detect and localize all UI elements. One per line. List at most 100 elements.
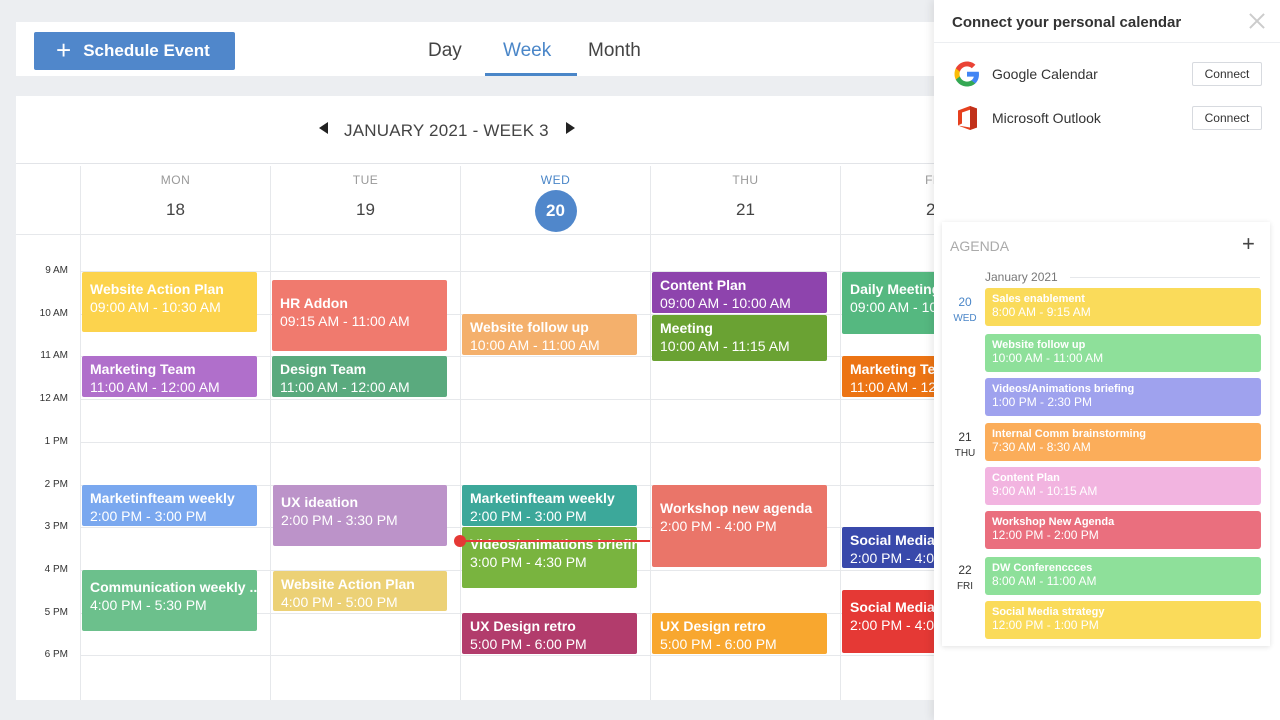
calendar-event[interactable]: Website follow up 10:00 AM - 11:00 AM [462, 314, 637, 355]
event-time: 09:00 AM - 10:30 AM [90, 299, 221, 315]
event-title: Workshop new agenda [660, 500, 813, 516]
day-header-wed[interactable]: WED 20 [460, 166, 650, 234]
agenda-item[interactable]: Internal Comm brainstorming 7:30 AM - 8:3… [985, 423, 1261, 461]
calendar-event[interactable]: HR Addon 09:15 AM - 11:00 AM [272, 280, 447, 351]
agenda-item[interactable]: Website follow up 10:00 AM - 11:00 AM [985, 334, 1261, 372]
calendar-event[interactable]: UX Design retro 5:00 PM - 6:00 PM [652, 613, 827, 654]
event-time: 3:00 PM - 4:30 PM [470, 554, 587, 570]
agenda-item-title: Website follow up [992, 339, 1086, 351]
agenda-item[interactable]: Sales enablement 8:00 AM - 9:15 AM [985, 288, 1261, 326]
grid-divider [840, 166, 841, 700]
calendar-event[interactable]: Marketing Team 11:00 AM - 12:00 AM [82, 356, 257, 397]
top-toolbar: + Schedule Event Day Week Month [16, 22, 956, 76]
hour-line [80, 442, 956, 443]
agenda-date-number: 20 [958, 295, 972, 309]
day-of-week: MON [160, 173, 191, 187]
calendar-event[interactable]: Marketinfteam weekly 2:00 PM - 3:00 PM [462, 485, 637, 526]
event-title: UX Design retro [660, 618, 766, 634]
time-label: 2 PM [44, 479, 68, 490]
today-badge: 20 [534, 190, 577, 232]
calendar-event[interactable]: Workshop new agenda 2:00 PM - 4:00 PM [652, 485, 827, 567]
event-time: 4:00 PM - 5:00 PM [281, 594, 398, 610]
agenda-item-title: Sales enablement [992, 293, 1085, 305]
grid-divider [270, 166, 271, 700]
calendar-event[interactable]: Communication weekly ... 4:00 PM - 5:30 P… [82, 570, 257, 631]
agenda-item[interactable]: Workshop New Agenda 12:00 PM - 2:00 PM [985, 511, 1261, 549]
agenda-item[interactable]: Social Media strategy 12:00 PM - 1:00 PM [985, 601, 1261, 639]
time-label: 5 PM [44, 607, 68, 618]
office-icon [958, 106, 977, 130]
close-icon[interactable] [1246, 10, 1268, 32]
agenda-item-title: Social Media strategy [992, 606, 1105, 618]
day-header-mon[interactable]: MON 18 [80, 166, 270, 234]
agenda-item-time: 10:00 AM - 11:00 AM [992, 351, 1104, 365]
agenda-item-time: 1:00 PM - 2:30 PM [992, 395, 1093, 409]
calendar-event[interactable]: UX ideation 2:00 PM - 3:30 PM [273, 485, 447, 546]
agenda-item-title: Internal Comm brainstorming [992, 428, 1147, 440]
time-label: 4 PM [44, 564, 68, 575]
agenda-item-title: Workshop New Agenda [992, 516, 1115, 528]
agenda-date-weekday: FRI [956, 581, 974, 592]
event-title: UX Design retro [470, 618, 576, 634]
day-of-week: TUE [352, 173, 379, 187]
week-navigation: JANUARY 2021 - WEEK 3 [16, 96, 956, 164]
tab-week[interactable]: Week [503, 40, 551, 62]
event-time: 09:00 AM - 10:00 AM [660, 295, 791, 311]
event-title: Website Action Plan [90, 281, 224, 297]
grid-divider [650, 166, 651, 700]
event-time: 2:00 PM - 3:00 PM [470, 508, 587, 524]
google-calendar-row: Google Calendar Connect [952, 59, 1262, 89]
event-title: HR Addon [280, 295, 348, 311]
agenda-item[interactable]: Videos/Animations briefing 1:00 PM - 2:30… [985, 378, 1261, 416]
calendar-event[interactable]: UX Design retro 5:00 PM - 6:00 PM [462, 613, 637, 654]
agenda-month-divider [1070, 277, 1260, 278]
connect-google-button[interactable]: Connect [1192, 62, 1262, 86]
event-time: 5:00 PM - 6:00 PM [470, 636, 587, 652]
time-label: 6 PM [44, 649, 68, 660]
event-title: Meeting [660, 320, 713, 336]
day-of-week: WED [540, 173, 571, 187]
event-time: 2:00 PM - 3:30 PM [281, 512, 398, 528]
agenda-date-wed: 20 WED [942, 295, 988, 324]
prev-week-icon[interactable] [319, 122, 328, 134]
agenda-item[interactable]: DW Conferenccces 8:00 AM - 11:00 AM [985, 557, 1261, 595]
week-calendar: JANUARY 2021 - WEEK 3 MON 18 TUE 19 WED … [16, 96, 956, 700]
connect-outlook-button[interactable]: Connect [1192, 106, 1262, 130]
agenda-date-weekday: WED [953, 313, 977, 324]
tab-month[interactable]: Month [588, 40, 641, 62]
agenda-item-time: 12:00 PM - 2:00 PM [992, 528, 1099, 542]
agenda-item[interactable]: Content Plan 9:00 AM - 10:15 AM [985, 467, 1261, 505]
calendar-event[interactable]: Content Plan 09:00 AM - 10:00 AM [652, 272, 827, 313]
next-week-icon[interactable] [566, 122, 575, 134]
agenda-panel: AGENDA + January 2021 20 WED 21 THU 22 F… [942, 222, 1270, 646]
calendar-event[interactable]: Website Action Plan 09:00 AM - 10:30 AM [82, 272, 257, 332]
day-header-thu[interactable]: THU 21 [650, 166, 840, 234]
add-agenda-icon[interactable]: + [1242, 232, 1255, 256]
agenda-item-title: DW Conferenccces [992, 562, 1093, 574]
event-time: 2:00 PM - 4:00 PM [660, 518, 777, 534]
day-number: 21 [736, 200, 755, 219]
event-title: Website Action Plan [281, 576, 415, 592]
agenda-item-title: Videos/Animations briefing [992, 383, 1135, 395]
day-header-tue[interactable]: TUE 19 [270, 166, 460, 234]
event-title: Marketinfteam weekly [470, 490, 615, 506]
agenda-title: AGENDA [950, 238, 1010, 254]
event-title: Content Plan [660, 277, 747, 293]
agenda-item-time: 8:00 AM - 11:00 AM [992, 574, 1097, 588]
panel-title: Connect your personal calendar [952, 14, 1182, 31]
tab-day[interactable]: Day [428, 40, 462, 62]
calendar-event[interactable]: Design Team 11:00 AM - 12:00 AM [272, 356, 447, 397]
calendar-event[interactable]: Marketinfteam weekly 2:00 PM - 3:00 PM [82, 485, 257, 526]
event-time: 5:00 PM - 6:00 PM [660, 636, 777, 652]
day-of-week: THU [732, 173, 759, 187]
calendar-event[interactable]: Videos/animations briefing 3:00 PM - 4:30… [462, 527, 637, 588]
current-time-dot [454, 535, 466, 547]
agenda-date-number: 22 [958, 563, 972, 577]
calendar-event[interactable]: Meeting 10:00 AM - 11:15 AM [652, 315, 827, 361]
outlook-calendar-row: Microsoft Outlook Connect [952, 103, 1262, 133]
schedule-event-button[interactable]: + Schedule Event [34, 32, 235, 70]
agenda-item-time: 8:00 AM - 9:15 AM [992, 305, 1091, 319]
grid-divider [460, 166, 461, 700]
calendar-event[interactable]: Website Action Plan 4:00 PM - 5:00 PM [273, 571, 447, 611]
time-label: 3 PM [44, 521, 68, 532]
